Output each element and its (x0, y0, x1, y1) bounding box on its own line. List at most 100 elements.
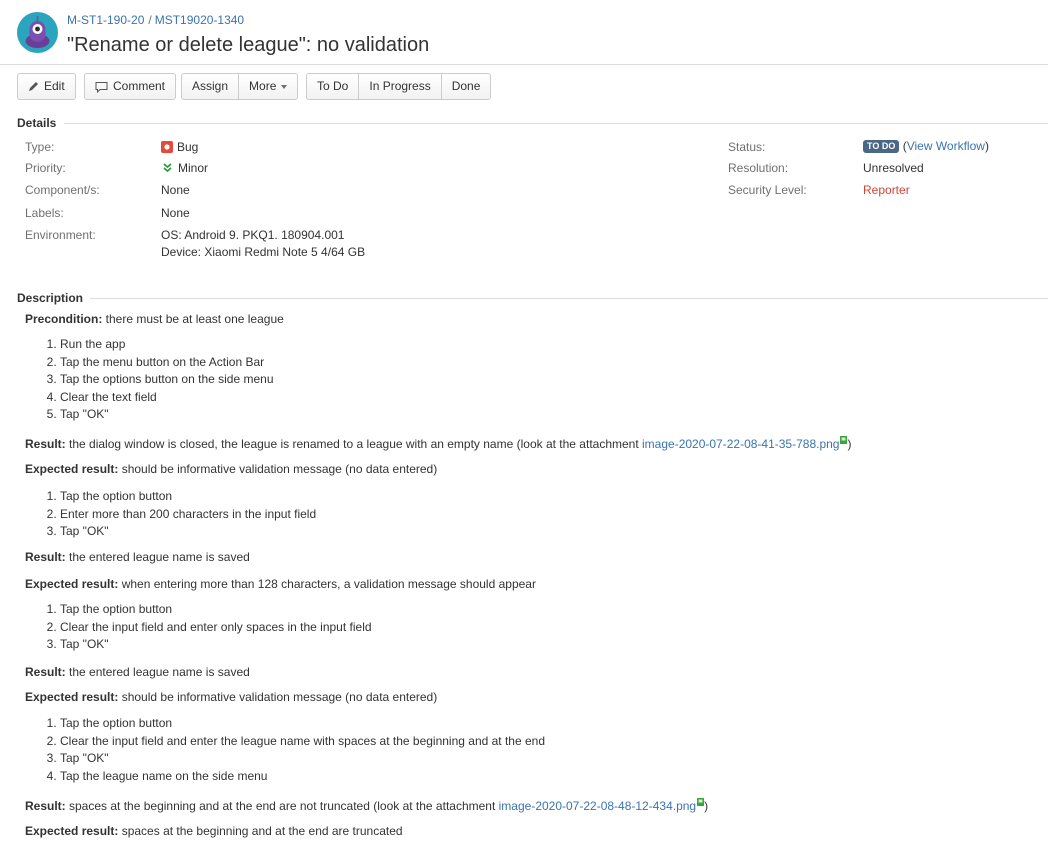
chevron-down-icon (281, 84, 288, 89)
result-paragraph-4: Result: spaces at the beginning and at t… (25, 798, 708, 813)
expected-paragraph-3: Expected result: should be informative v… (25, 690, 437, 704)
environment-label: Environment: (25, 228, 96, 242)
done-button[interactable]: Done (440, 74, 491, 99)
list-item: Tap "OK" (60, 523, 316, 541)
steps-list-3: Tap the option button Clear the input fi… (25, 601, 372, 654)
attachment-link[interactable]: image-2020-07-22-08-48-12-434.png (499, 799, 696, 813)
expected-paragraph-4: Expected result: spaces at the beginning… (25, 824, 403, 838)
assign-button[interactable]: Assign (182, 74, 238, 99)
list-item: Clear the text field (60, 389, 274, 407)
list-item: Tap the option button (60, 488, 316, 506)
expected-label: Expected result: (25, 824, 119, 838)
security-level-value: Reporter (863, 183, 910, 197)
edit-button-label: Edit (44, 79, 65, 93)
expected-label: Expected result: (25, 462, 119, 476)
result-text: the entered league name is saved (65, 550, 250, 564)
more-button-label: More (249, 79, 277, 93)
list-item: Clear the input field and enter only spa… (60, 619, 372, 637)
edit-button-group: Edit (17, 73, 76, 100)
assign-button-label: Assign (192, 79, 229, 93)
todo-button[interactable]: To Do (307, 74, 358, 99)
list-item: Tap the league name on the side menu (60, 768, 545, 786)
list-item: Tap "OK" (60, 750, 545, 768)
issue-title: "Rename or delete league": no validation (67, 34, 430, 56)
environment-device: Device: Xiaomi Redmi Note 5 4/64 GB (161, 245, 366, 259)
assign-more-button-group: Assign More (181, 73, 299, 100)
attachment-link[interactable]: image-2020-07-22-08-41-35-788.png (642, 437, 839, 451)
precondition-label: Precondition: (25, 312, 103, 326)
breadcrumb-issue-link[interactable]: MST19020-1340 (155, 13, 244, 27)
expected-label: Expected result: (25, 690, 119, 704)
steps-list-4: Tap the option button Clear the input fi… (25, 715, 545, 785)
status-value: TO DO (View Workflow) (863, 139, 989, 153)
list-item: Tap the options button on the side menu (60, 371, 274, 389)
breadcrumb: M-ST1-190-20 /MST19020-1340 (67, 13, 244, 27)
type-value-text: Bug (177, 140, 199, 154)
labels-value: None (161, 206, 190, 220)
result-label: Result: (25, 665, 66, 679)
priority-value-text: Minor (178, 161, 209, 175)
result-close: ) (847, 437, 852, 451)
result-label: Result: (25, 437, 66, 451)
edit-button[interactable]: Edit (18, 74, 75, 99)
status-label: Status: (728, 140, 766, 154)
breadcrumb-project-link[interactable]: M-ST1-190-20 (67, 13, 144, 27)
list-item: Tap the option button (60, 601, 372, 619)
list-item: Tap the option button (60, 715, 545, 733)
result-label: Result: (25, 550, 66, 564)
result-text: the dialog window is closed, the league … (65, 437, 643, 451)
components-value: None (161, 183, 190, 197)
status-badge: TO DO (863, 140, 900, 153)
type-label: Type: (25, 140, 55, 154)
result-close: ) (704, 799, 709, 813)
pencil-icon (28, 81, 39, 92)
steps-list-2: Tap the option button Enter more than 20… (25, 488, 316, 541)
list-item: Clear the input field and enter the leag… (60, 733, 545, 751)
description-heading: Description (17, 291, 84, 305)
more-button[interactable]: More (238, 74, 297, 99)
list-item: Tap "OK" (60, 406, 274, 424)
expected-text: should be informative validation message… (118, 690, 438, 704)
environment-os: OS: Android 9. PKQ1. 180904.001 (161, 228, 345, 242)
labels-label: Labels: (25, 206, 64, 220)
breadcrumb-separator: / (148, 13, 152, 27)
details-heading: Details (17, 116, 57, 130)
result-label: Result: (25, 799, 66, 813)
steps-list-1: Run the app Tap the menu button on the A… (25, 336, 274, 424)
result-paragraph-3: Result: the entered league name is saved (25, 665, 250, 679)
priority-minor-icon (163, 163, 172, 173)
in-progress-button[interactable]: In Progress (358, 74, 440, 99)
list-item: Tap the menu button on the Action Bar (60, 354, 274, 372)
expected-label: Expected result: (25, 577, 119, 591)
done-button-label: Done (451, 79, 481, 93)
expected-paragraph-1: Expected result: should be informative v… (25, 462, 437, 476)
result-text: spaces at the beginning and at the end a… (65, 799, 499, 813)
expected-text: should be informative validation message… (118, 462, 438, 476)
issue-header: M-ST1-190-20 /MST19020-1340 "Rename or de… (0, 0, 1048, 65)
bug-icon (161, 141, 173, 153)
expected-paragraph-2: Expected result: when entering more than… (25, 577, 536, 591)
precondition-text: there must be at least one league (102, 312, 284, 326)
expected-text: when entering more than 128 characters, … (118, 577, 536, 591)
components-label: Component/s: (25, 183, 100, 197)
details-divider (64, 123, 1048, 124)
view-workflow-link[interactable]: View Workflow (907, 139, 985, 153)
type-value: Bug (161, 140, 198, 154)
in-progress-button-label: In Progress (369, 79, 431, 93)
list-item: Enter more than 200 characters in the in… (60, 506, 316, 524)
priority-label: Priority: (25, 161, 66, 175)
comment-button-label: Comment (113, 79, 166, 93)
list-item: Tap "OK" (60, 636, 372, 654)
resolution-value: Unresolved (863, 161, 924, 175)
todo-button-label: To Do (317, 79, 349, 93)
workflow-button-group: To Do In Progress Done (306, 73, 492, 100)
project-avatar-icon[interactable] (17, 12, 58, 53)
comment-button[interactable]: Comment (85, 74, 175, 99)
list-item: Run the app (60, 336, 274, 354)
expected-text: spaces at the beginning and at the end a… (118, 824, 403, 838)
result-paragraph-2: Result: the entered league name is saved (25, 550, 250, 564)
comment-icon (95, 81, 108, 93)
view-workflow-paren-close: ) (984, 139, 989, 153)
description-divider (90, 298, 1048, 299)
result-text: the entered league name is saved (65, 665, 250, 679)
